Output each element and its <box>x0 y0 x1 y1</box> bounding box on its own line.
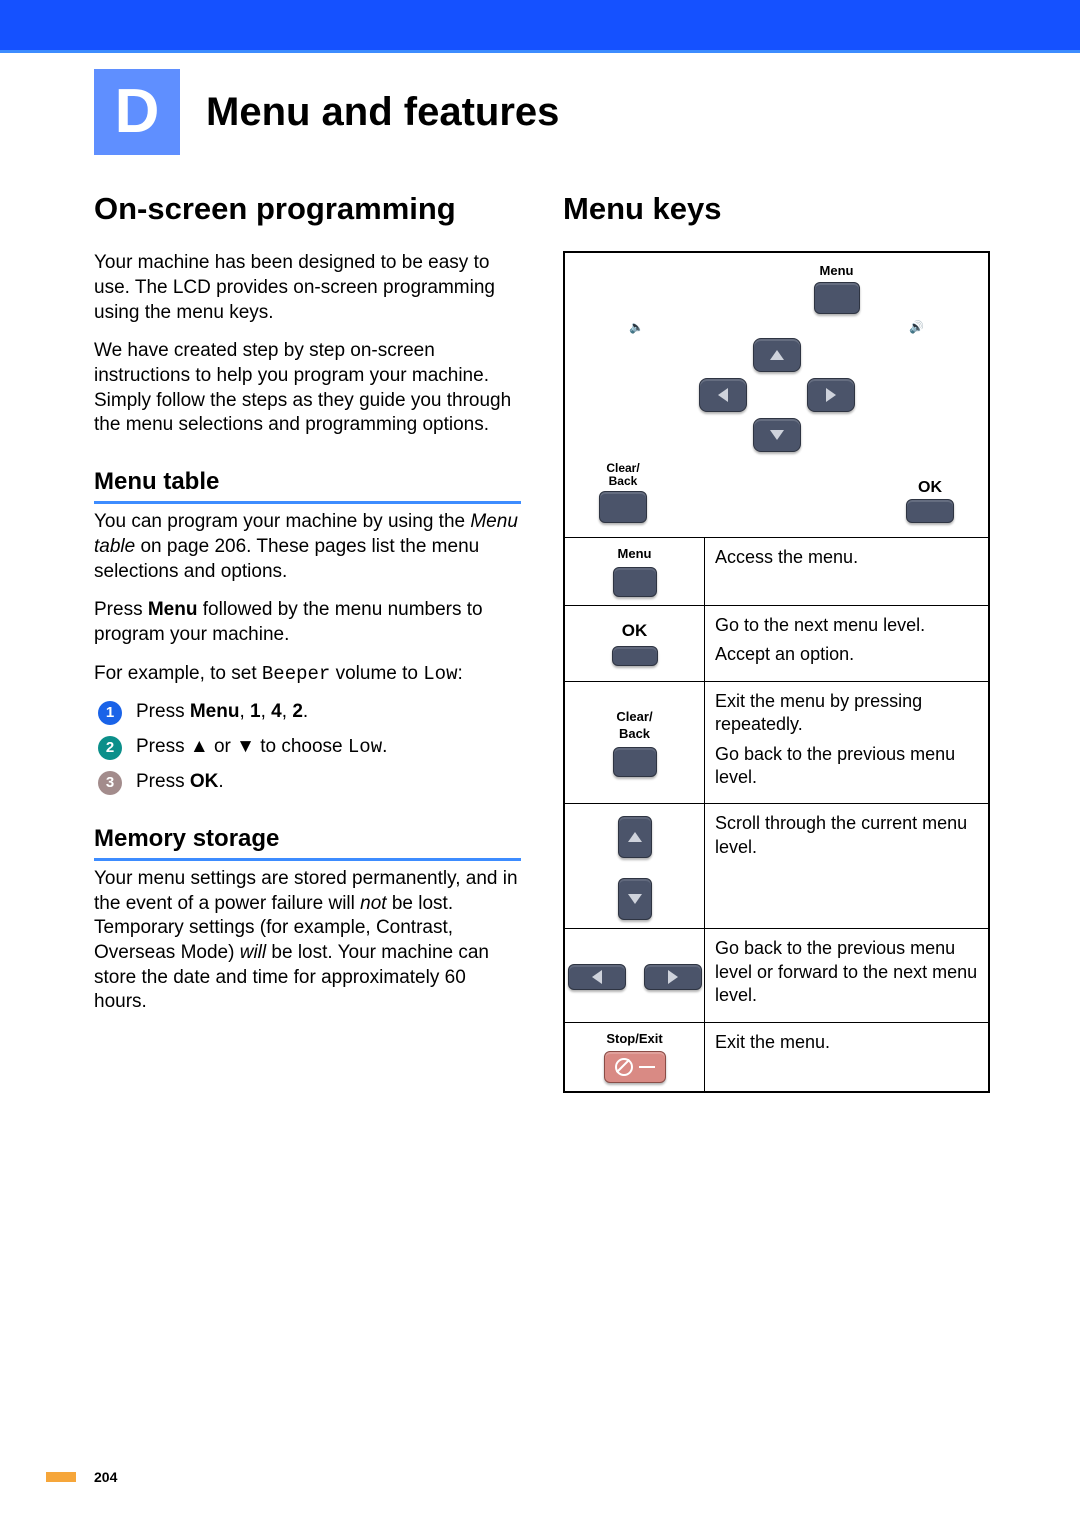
up-key-icon <box>618 816 652 858</box>
down-triangle-icon: ▼ <box>236 736 255 757</box>
heading-menu-keys: Menu keys <box>563 189 990 229</box>
step-3: 3 Press OK. <box>98 770 521 795</box>
key-row-menu: Menu Access the menu. <box>565 537 988 605</box>
menu-table-p1: You can program your machine by using th… <box>94 510 521 584</box>
volume-down-icon: 🔈 <box>595 320 644 336</box>
memory-storage-p: Your menu settings are stored permanentl… <box>94 867 521 1015</box>
heading-menu-table: Menu table <box>94 466 521 504</box>
heading-onscreen: On-screen programming <box>94 189 521 229</box>
chapter-title: Menu and features <box>206 86 559 138</box>
ok-key-icon <box>612 646 658 666</box>
step-badge-2: 2 <box>98 736 122 760</box>
key-row-clear-back: Clear/ Back Exit the menu by pressing re… <box>565 681 988 804</box>
left-key-icon <box>699 378 747 412</box>
key-row-leftright: Go back to the previous menu level or fo… <box>565 928 988 1021</box>
menu-keys-diagram: Menu 🔈 🔊 <box>563 251 990 1093</box>
up-key-icon <box>753 338 801 372</box>
header-bar <box>0 0 1080 53</box>
page-number: 204 <box>46 1468 117 1486</box>
down-key-icon <box>753 418 801 452</box>
key-row-updown: Scroll through the current menu level. <box>565 803 988 928</box>
step-2: 2 Press ▲ or ▼ to choose Low. <box>98 735 521 760</box>
ok-key-icon <box>906 499 954 523</box>
clear-back-key-icon <box>613 747 657 777</box>
left-column: On-screen programming Your machine has b… <box>94 189 521 1093</box>
menu-table-p2: Press Menu followed by the menu numbers … <box>94 598 521 647</box>
clear-back-key-icon <box>599 491 647 523</box>
key-row-ok: OK Go to the next menu level. Accept an … <box>565 605 988 681</box>
step-badge-1: 1 <box>98 701 122 725</box>
menu-table-p3: For example, to set Beeper volume to Low… <box>94 662 521 687</box>
chapter-letter-badge: D <box>94 69 180 155</box>
chapter-header: D Menu and features <box>94 69 990 155</box>
right-key-icon <box>807 378 855 412</box>
page-accent-icon <box>46 1472 76 1482</box>
right-key-icon <box>644 964 702 990</box>
left-key-icon <box>568 964 626 990</box>
label-clear-back: Clear/Back <box>606 462 639 488</box>
volume-up-icon: 🔊 <box>909 320 958 336</box>
up-triangle-icon: ▲ <box>190 736 209 757</box>
key-row-stop: Stop/Exit Exit the menu. <box>565 1022 988 1092</box>
onscreen-p1: Your machine has been designed to be eas… <box>94 251 521 325</box>
onscreen-p2: We have created step by step on-screen i… <box>94 339 521 438</box>
stop-exit-key-icon <box>604 1051 666 1083</box>
down-key-icon <box>618 878 652 920</box>
label-ok: OK <box>918 479 942 497</box>
label-menu: Menu <box>820 263 854 278</box>
heading-memory-storage: Memory storage <box>94 823 521 861</box>
right-column: Menu keys Menu 🔈 🔊 <box>563 189 990 1093</box>
menu-key-icon <box>814 282 860 314</box>
menu-key-icon <box>613 567 657 597</box>
step-badge-3: 3 <box>98 771 122 795</box>
step-1: 1 Press Menu, 1, 4, 2. <box>98 700 521 725</box>
